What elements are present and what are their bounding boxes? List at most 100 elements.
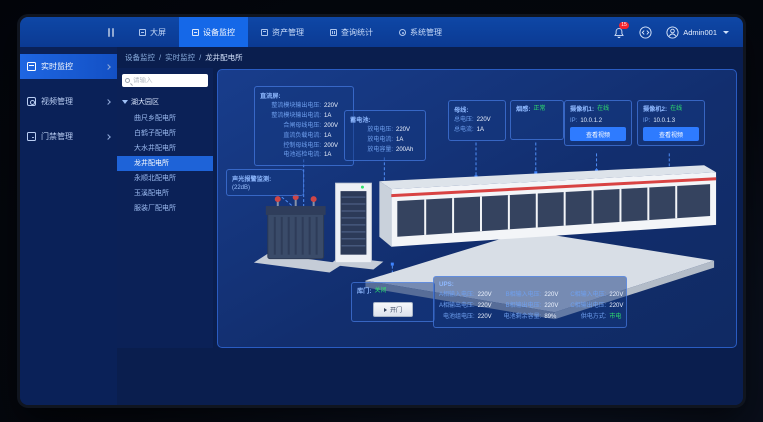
door-icon (27, 132, 36, 141)
chevron-down-icon (723, 31, 729, 34)
field-value: 220V (478, 301, 498, 311)
field-label: 放电容量: (350, 146, 393, 156)
sound-level-value: (22dB) (232, 185, 298, 191)
sidebar-item-video-management[interactable]: 视频管理 (20, 89, 117, 114)
notification-badge: 15 (619, 22, 629, 29)
sidebar-item-realtime-monitor[interactable]: 实时监控 (20, 54, 117, 79)
substation-canvas: 直流屏: 整流模块输出电压:220V 整流模块输出电流:1A 合闸母线电压:20… (217, 69, 737, 348)
tree-search (122, 74, 208, 87)
button-label: 开门 (390, 305, 402, 314)
field-label: 整流模块输出电压: (260, 102, 321, 112)
switchgear-cabinet-row (379, 165, 716, 246)
field-value: 220V (478, 312, 498, 322)
tab-dashboard[interactable]: 大屏 (126, 17, 179, 47)
username: Admin001 (683, 28, 717, 37)
field-label: 电池巡检电流: (260, 151, 321, 161)
field-value: 200Ah (396, 146, 420, 156)
status-badge: 在线 (597, 105, 609, 116)
tab-label: 资产管理 (272, 27, 304, 38)
field-label: 合闸母线电压: (260, 122, 321, 132)
breadcrumb-current: 龙井配电所 (205, 52, 243, 63)
ip-value: 10.0.1.2 (580, 118, 602, 124)
field-value: 220V (477, 116, 500, 126)
top-right-actions: 15 Admin001 (613, 26, 743, 39)
busbar-panel: 母线: 总电压:220V 总电流:1A (448, 100, 506, 141)
search-input[interactable] (133, 77, 205, 84)
tab-asset-management[interactable]: 资产管理 (248, 17, 317, 47)
door-open-icon (384, 308, 387, 312)
notifications-button[interactable]: 15 (613, 26, 625, 38)
sidebar-collapse-icon[interactable] (108, 28, 114, 37)
sidebar: 实时监控 视频管理 门禁管理 (20, 47, 117, 405)
panel-title: 蓄电池: (350, 115, 420, 124)
user-menu[interactable]: Admin001 (666, 26, 729, 39)
dc-screen-panel: 直流屏: 整流模块输出电压:220V 整流模块输出电流:1A 合闸母线电压:20… (254, 86, 354, 166)
field-value: 220V (609, 301, 629, 311)
field-label: A相输入电压: (439, 290, 475, 300)
tree-node[interactable]: 服装厂配电所 (122, 201, 208, 216)
field-label: 控制母线电压: (260, 142, 321, 152)
field-label: B相输出电压: (504, 301, 542, 311)
battery-panel: 蓄电池: 放电电压:220V 放电电流:1A 放电容量:200Ah (344, 110, 426, 161)
tab-label: 查询统计 (341, 27, 373, 38)
tree-node[interactable]: 永顺北配电所 (122, 171, 208, 186)
open-door-button[interactable]: 开门 (373, 302, 413, 317)
field-label: 总电压: (454, 116, 474, 126)
breadcrumb-item[interactable]: 设备监控 (125, 52, 155, 63)
field-value: 220V (544, 301, 564, 311)
tree-node[interactable]: 大水井配电所 (122, 141, 208, 156)
avatar-icon (666, 26, 679, 39)
breadcrumb-separator: / (159, 53, 161, 62)
fullscreen-icon[interactable] (639, 26, 652, 39)
field-label: 电池组电压: (439, 312, 475, 322)
field-value: 89% (544, 312, 564, 322)
sidebar-item-label: 门禁管理 (41, 131, 73, 142)
field-value: 220V (609, 290, 629, 300)
chevron-right-icon (105, 134, 111, 140)
top-nav-tabs: 大屏 设备监控 资产管理 查询统计 系统管理 (126, 17, 455, 47)
breadcrumb-separator: / (199, 53, 201, 62)
tab-device-monitor[interactable]: 设备监控 (179, 17, 248, 47)
field-label: 整流模块输出电流: (260, 112, 321, 122)
tree-root[interactable]: 湖大园区 (122, 97, 208, 107)
ups-panel: UPS: A相输入电压:220V B相输入电压:220V C相输入电压:220V… (433, 276, 627, 328)
panel-title: UPS: (439, 281, 621, 288)
tree-node[interactable]: 曲尺乡配电所 (122, 111, 208, 126)
breadcrumb: 设备监控 / 实时监控 / 龙井配电所 (117, 47, 743, 68)
tab-label: 大屏 (150, 27, 166, 38)
view-video-button[interactable]: 查看视频 (643, 127, 699, 141)
breadcrumb-item[interactable]: 实时监控 (165, 52, 195, 63)
tree-node[interactable]: 白鹤子配电所 (122, 126, 208, 141)
field-label: 放电电压: (350, 126, 393, 136)
field-label: C相输出电压: (570, 301, 606, 311)
ip-value: 10.0.1.3 (653, 118, 675, 124)
top-nav-bar: 大屏 设备监控 资产管理 查询统计 系统管理 15 Admin001 (20, 17, 743, 47)
tree-node-selected[interactable]: 龙井配电所 (117, 156, 213, 171)
tab-label: 设备监控 (203, 27, 235, 38)
sidebar-item-access-control[interactable]: 门禁管理 (20, 124, 117, 149)
station-tree-panel: 湖大园区 曲尺乡配电所 白鹤子配电所 大水井配电所 龙井配电所 永顺北配电所 玉… (117, 68, 213, 348)
field-label: A相输出电压: (439, 301, 475, 311)
tab-label: 系统管理 (410, 27, 442, 38)
field-value: 220V (544, 290, 564, 300)
camera2-panel: 摄像机2:在线 IP:10.0.1.3 查看视频 (637, 100, 705, 146)
gear-icon (399, 29, 406, 36)
tree-root-label: 湖大园区 (131, 97, 159, 107)
battery-cabinet (330, 183, 384, 269)
tab-system-management[interactable]: 系统管理 (386, 17, 455, 47)
device-monitor-icon (192, 29, 199, 36)
assets-icon (261, 29, 268, 36)
search-icon (125, 78, 130, 83)
tab-query-statistics[interactable]: 查询统计 (317, 17, 386, 47)
field-label: 总电流: (454, 126, 474, 136)
panel-title: 直流屏: (260, 91, 348, 100)
panel-title: 库门: (357, 287, 371, 296)
tree-node[interactable]: 玉溪配电所 (122, 186, 208, 201)
field-label: C相输入电压: (570, 290, 606, 300)
view-video-button[interactable]: 查看视频 (570, 127, 626, 141)
panel-title: 摄像机2: (643, 105, 667, 114)
field-value: 市电 (609, 312, 629, 322)
field-label: 供电方式: (570, 312, 606, 322)
app-window: 大屏 设备监控 资产管理 查询统计 系统管理 15 Admin001 实时监控 (20, 17, 743, 405)
camera1-panel: 摄像机1:在线 IP:10.0.1.2 查看视频 (564, 100, 632, 146)
